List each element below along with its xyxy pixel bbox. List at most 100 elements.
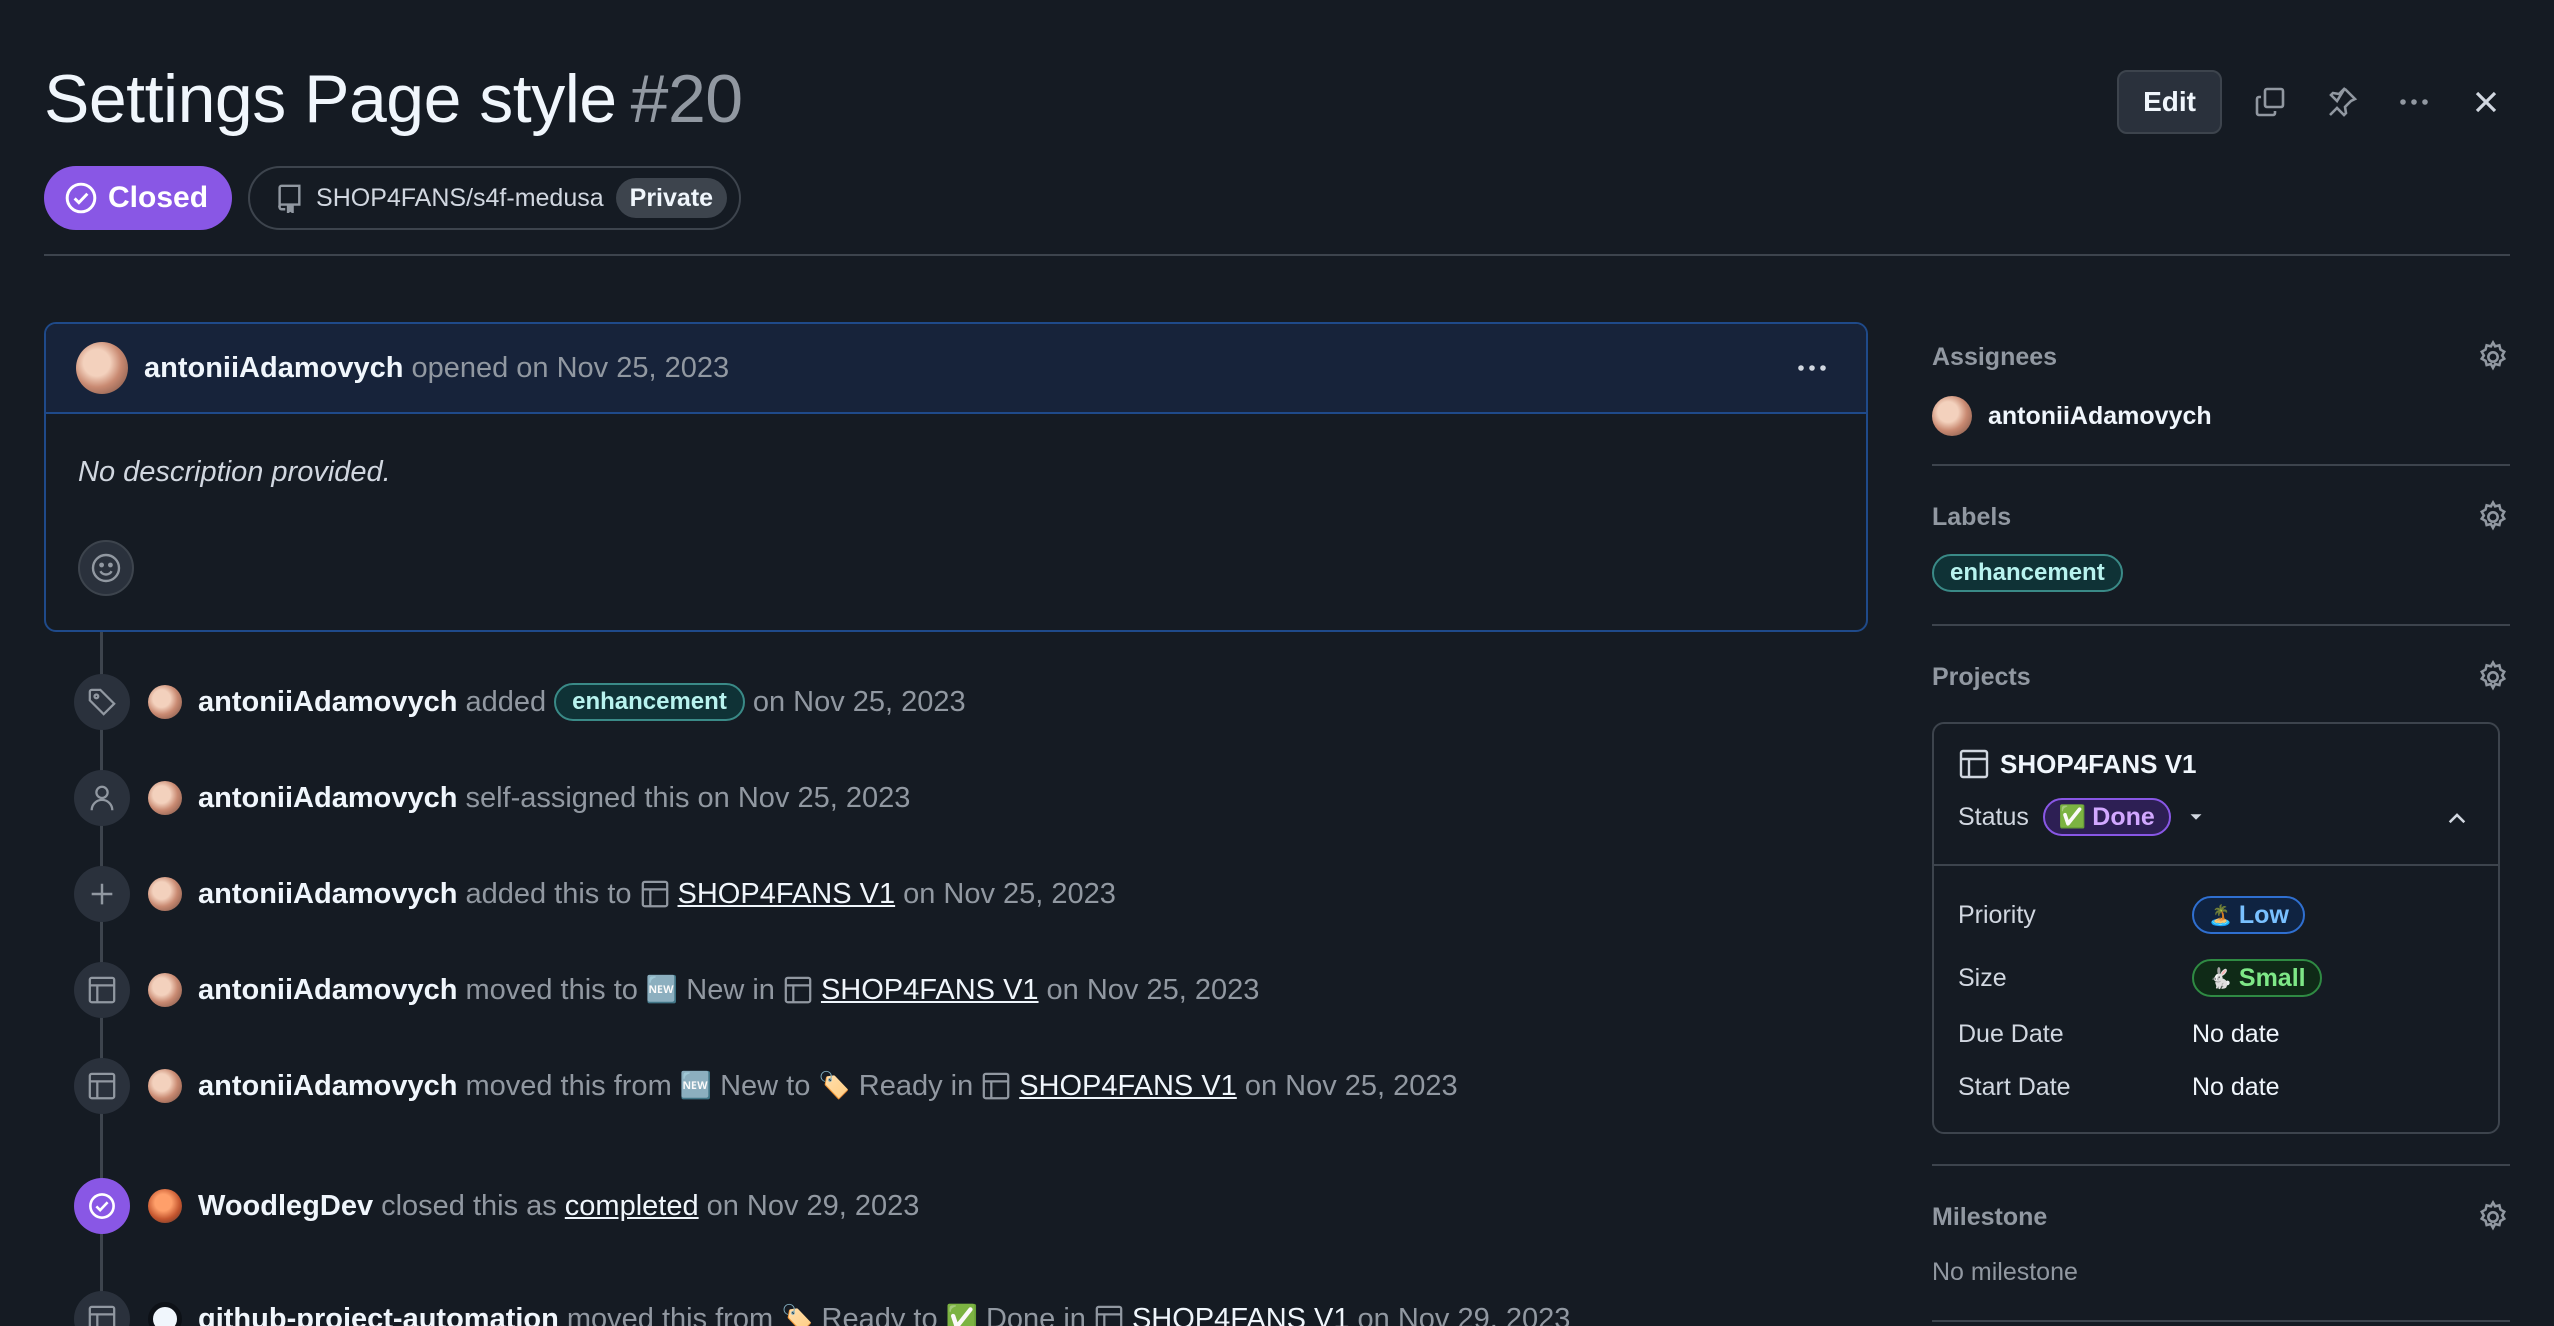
event-actor[interactable]: antoniiAdamovych (198, 686, 457, 719)
event-date: on Nov 25, 2023 (903, 877, 1116, 910)
event-text: closed this as (381, 1189, 557, 1222)
private-badge: Private (615, 178, 728, 218)
sidebar-divider (1932, 464, 2510, 466)
table-icon (641, 880, 668, 908)
avatar[interactable] (148, 973, 182, 1007)
event-actor[interactable]: github-project-automation (198, 1303, 559, 1326)
timeline-event-added-project: antoniiAdamovych added this to SHOP4FANS… (74, 865, 1116, 923)
timeline-event-moved: antoniiAdamovych moved this to 🆕 New in … (74, 961, 1259, 1019)
size-pill[interactable]: 🐇 Small (2192, 959, 2322, 997)
project-link[interactable]: SHOP4FANS V1 (678, 878, 896, 911)
repo-pill[interactable]: SHOP4FANS/s4f-medusa Private (248, 166, 742, 230)
field-key: Size (1958, 963, 2007, 992)
event-date: on Nov 25, 2023 (1244, 1069, 1458, 1102)
event-actor[interactable]: antoniiAdamovych (198, 878, 457, 911)
issue-body-comment: antoniiAdamovych opened on Nov 25, 2023 … (44, 322, 1868, 632)
event-actor[interactable]: antoniiAdamovych (198, 1070, 457, 1103)
labels-heading[interactable]: Labels (1932, 503, 2011, 532)
event-date: on Nov 29, 2023 (1357, 1302, 1571, 1326)
assignee-name[interactable]: antoniiAdamovych (1988, 402, 2212, 431)
project-title[interactable]: SHOP4FANS V1 (1958, 748, 2197, 780)
project-name[interactable]: SHOP4FANS V1 (2000, 749, 2197, 780)
event-text: moved this to (465, 973, 638, 1006)
rabbit-emoji-icon: 🐇 (2208, 966, 2233, 990)
state-badge: Closed (44, 166, 233, 230)
avatar[interactable] (148, 1069, 182, 1103)
project-fields: Priority 🏝️ Low Size 🐇 Small Due Date No… (1934, 864, 2498, 1132)
table-icon (74, 962, 130, 1018)
gear-icon[interactable] (2476, 340, 2510, 374)
issue-number: #20 (630, 61, 743, 137)
gear-icon[interactable] (2476, 1200, 2510, 1234)
label-enhancement[interactable]: enhancement (1932, 554, 2123, 592)
event-text: Ready in (858, 1069, 974, 1102)
field-value: Small (2238, 963, 2306, 992)
add-reaction-button[interactable] (78, 540, 134, 596)
check-emoji-icon: ✅ (2058, 804, 2087, 830)
repo-name[interactable]: SHOP4FANS/s4f-medusa (316, 184, 604, 213)
milestone-heading[interactable]: Milestone (1932, 1203, 2047, 1232)
avatar[interactable] (148, 781, 182, 815)
avatar[interactable] (148, 1189, 182, 1223)
label-enhancement[interactable]: enhancement (554, 683, 745, 721)
projects-heading[interactable]: Projects (1932, 663, 2031, 692)
completed-link[interactable]: completed (565, 1190, 699, 1223)
gear-icon[interactable] (2476, 500, 2510, 534)
event-text: added this to (465, 877, 632, 910)
table-icon (74, 1291, 130, 1326)
project-card: SHOP4FANS V1 Status ✅ Done Priority 🏝️ L… (1932, 722, 2500, 1134)
comment-author[interactable]: antoniiAdamovych (144, 352, 403, 385)
table-icon (784, 976, 812, 1004)
event-actor[interactable]: WoodlegDev (198, 1190, 373, 1223)
event-date: on Nov 25, 2023 (1046, 973, 1260, 1006)
timeline-event-moved: antoniiAdamovych moved this from 🆕 New t… (74, 1057, 1458, 1115)
avatar (1932, 396, 1972, 436)
avatar[interactable] (76, 342, 128, 394)
check-circle-icon (74, 1178, 130, 1234)
avatar[interactable] (148, 1302, 182, 1326)
field-key: Start Date (1958, 1073, 2071, 1101)
project-link[interactable]: SHOP4FANS V1 (821, 974, 1039, 1007)
status-value: Done (2092, 802, 2155, 831)
assignees-heading[interactable]: Assignees (1932, 343, 2057, 372)
assignee-item[interactable]: antoniiAdamovych (1932, 396, 2212, 436)
event-text: Done in (985, 1302, 1086, 1326)
event-text: Ready to (821, 1302, 938, 1326)
field-size[interactable]: Size 🐇 Small (1958, 959, 2322, 997)
project-link[interactable]: SHOP4FANS V1 (1132, 1303, 1350, 1326)
comment-meta: opened on Nov 25, 2023 (411, 351, 730, 384)
event-date: on Nov 29, 2023 (706, 1189, 920, 1222)
person-icon (74, 770, 130, 826)
event-actor[interactable]: antoniiAdamovych (198, 782, 457, 815)
event-text: moved this from (566, 1302, 774, 1326)
caret-down-icon[interactable] (2185, 806, 2207, 828)
avatar[interactable] (148, 685, 182, 719)
priority-pill[interactable]: 🏝️ Low (2192, 896, 2305, 934)
project-link[interactable]: SHOP4FANS V1 (1019, 1070, 1237, 1103)
chevron-up-icon[interactable] (2444, 806, 2470, 832)
avatar[interactable] (148, 877, 182, 911)
field-priority[interactable]: Priority 🏝️ Low (1958, 896, 2305, 934)
event-text: New in (686, 973, 775, 1006)
status-key: Status (1958, 802, 2029, 831)
gear-icon[interactable] (2476, 660, 2510, 694)
comment-kebab-icon[interactable] (1788, 344, 1836, 392)
field-value: No date (2192, 1020, 2280, 1048)
sidebar: Assignees antoniiAdamovych Labels enhanc… (1932, 0, 2510, 1326)
issue-title-text: Settings Page style (44, 61, 617, 137)
sidebar-divider (1932, 1320, 2510, 1322)
field-value: Low (2238, 900, 2289, 929)
timeline-event-moved: github-project-automation moved this fro… (74, 1290, 1570, 1326)
field-start-date[interactable]: Start Date No date (1958, 1073, 2280, 1102)
field-value: No date (2192, 1073, 2280, 1101)
event-actor[interactable]: antoniiAdamovych (198, 974, 457, 1007)
table-icon (982, 1072, 1010, 1100)
issue-meta: Closed SHOP4FANS/s4f-medusa Private (44, 166, 742, 230)
comment-header: antoniiAdamovych opened on Nov 25, 2023 (46, 324, 1866, 414)
status-done-pill[interactable]: ✅ Done (2042, 798, 2171, 836)
check-emoji-icon: ✅ (945, 1304, 978, 1326)
field-due-date[interactable]: Due Date No date (1958, 1020, 2280, 1049)
island-emoji-icon: 🏝️ (2208, 903, 2233, 927)
event-text: moved this from (465, 1069, 672, 1102)
issue-title: Settings Page style #20 (44, 60, 743, 138)
